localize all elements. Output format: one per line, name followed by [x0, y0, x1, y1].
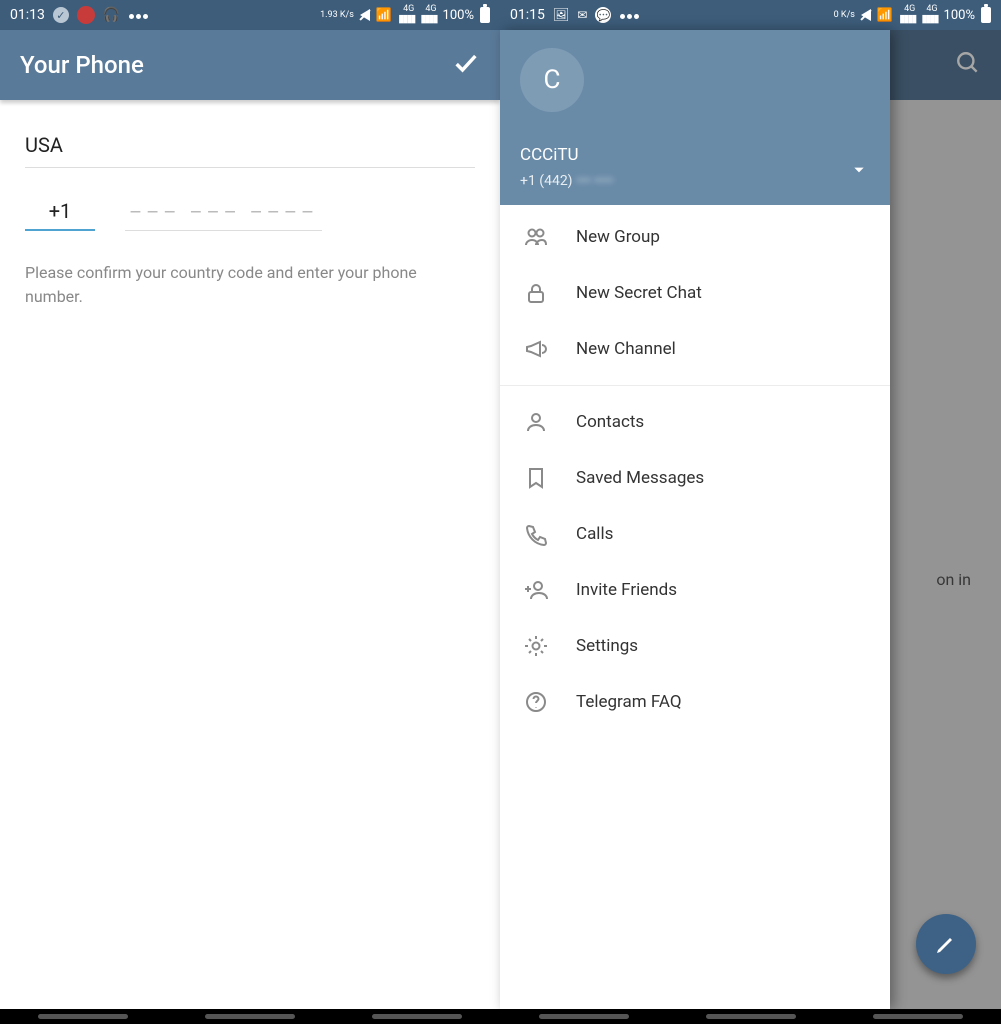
status-headset-icon: 🎧 [103, 7, 120, 23]
phone-form: USA +1 ––– ––– –––– Please confirm your … [0, 100, 500, 334]
menu-item-label: Invite Friends [576, 580, 677, 600]
account-phone-visible: +1 (442) [520, 173, 573, 189]
status-more-dots [619, 7, 640, 23]
page-title: Your Phone [20, 51, 144, 79]
compose-fab[interactable] [916, 914, 976, 974]
menu-item-label: Contacts [576, 412, 644, 432]
group-icon [522, 225, 550, 249]
add-person-icon [522, 578, 550, 602]
status-signal-2: 4G [921, 5, 937, 25]
menu-new-channel[interactable]: New Channel [500, 321, 890, 377]
status-image-icon: 🖼 [553, 8, 570, 23]
menu-item-label: Saved Messages [576, 468, 704, 488]
menu-item-label: New Secret Chat [576, 283, 702, 303]
menu-divider [500, 385, 890, 386]
status-mute-icon [360, 9, 370, 21]
status-net-rate: 1.93 K/s [320, 10, 354, 20]
status-net-rate: 0 K/s [834, 10, 855, 20]
person-icon [522, 410, 550, 434]
status-bar: 01:15 🖼 ✉ 💬 0 K/s 📶 4G 4G 100% [500, 0, 1001, 30]
megaphone-icon [522, 337, 550, 361]
status-wifi-icon: 📶 [877, 8, 893, 23]
menu-section-main: Contacts Saved Messages Calls [500, 390, 890, 734]
country-selector[interactable]: USA [25, 125, 475, 168]
lock-icon [522, 281, 550, 305]
pencil-icon [934, 932, 958, 956]
phone-nav-bar [500, 1009, 1001, 1024]
menu-new-group[interactable]: New Group [500, 209, 890, 265]
drawer-header: C CCCiTU +1 (442)••• •••• [500, 30, 890, 205]
menu-item-label: Telegram FAQ [576, 692, 682, 712]
phone-number-input[interactable]: ––– ––– –––– [125, 194, 322, 231]
account-phone: +1 (442)••• •••• [520, 173, 613, 189]
nav-back[interactable] [372, 1014, 462, 1019]
avatar[interactable]: C [520, 48, 584, 112]
phone-icon [522, 522, 550, 546]
status-signal-1: 4G [398, 5, 414, 25]
status-app-icon: ✓ [53, 7, 69, 23]
nav-back[interactable] [873, 1014, 963, 1019]
menu-invite-friends[interactable]: Invite Friends [500, 562, 890, 618]
help-icon [522, 690, 550, 714]
status-mail-icon: ✉ [577, 8, 587, 22]
account-name: CCCiTU [520, 145, 579, 165]
status-bar: 01:13 ✓ 🎧 1.93 K/s 📶 4G 4G 100% [0, 0, 500, 30]
menu-faq[interactable]: Telegram FAQ [500, 674, 890, 730]
status-battery-pct: 100% [944, 8, 975, 23]
drawer-menu: New Group New Secret Chat New Channel [500, 205, 890, 1009]
status-signal-2: 4G [420, 5, 436, 25]
account-phone-hidden: ••• •••• [573, 173, 614, 189]
phone-hint-text: Please confirm your country code and ent… [25, 261, 445, 309]
menu-contacts[interactable]: Contacts [500, 394, 890, 450]
menu-saved-messages[interactable]: Saved Messages [500, 450, 890, 506]
app-bar: Your Phone [0, 30, 500, 100]
menu-item-label: New Group [576, 227, 660, 247]
calling-code-input[interactable]: +1 [25, 193, 95, 231]
nav-recents[interactable] [539, 1014, 629, 1019]
confirm-button[interactable] [452, 49, 480, 81]
account-expand-toggle[interactable] [852, 162, 866, 181]
status-wifi-icon: 📶 [376, 8, 392, 23]
nav-home[interactable] [706, 1014, 796, 1019]
status-battery-pct: 100% [443, 8, 474, 23]
phone-nav-bar [0, 1009, 500, 1024]
status-time: 01:13 [10, 7, 45, 23]
status-battery-icon [981, 7, 991, 23]
status-mute-icon [861, 9, 871, 21]
status-signal-1: 4G [899, 5, 915, 25]
avatar-initial: C [544, 65, 561, 95]
status-more-dots [128, 7, 149, 23]
status-battery-icon [480, 7, 490, 23]
menu-new-secret-chat[interactable]: New Secret Chat [500, 265, 890, 321]
status-chat-icon: 💬 [595, 7, 611, 23]
phone-login-screen: 01:13 ✓ 🎧 1.93 K/s 📶 4G 4G 100% Your Pho… [0, 0, 500, 1024]
check-icon [452, 49, 480, 77]
nav-home[interactable] [205, 1014, 295, 1019]
menu-section-create: New Group New Secret Chat New Channel [500, 205, 890, 381]
chevron-down-icon [852, 163, 866, 177]
menu-item-label: Settings [576, 636, 638, 656]
chat-drawer-screen: 01:15 🖼 ✉ 💬 0 K/s 📶 4G 4G 100% on in [500, 0, 1001, 1024]
navigation-drawer: C CCCiTU +1 (442)••• •••• New Group [500, 30, 890, 1009]
nav-recents[interactable] [38, 1014, 128, 1019]
status-time: 01:15 [510, 7, 545, 23]
status-alert-icon [77, 6, 95, 24]
menu-item-label: Calls [576, 524, 613, 544]
menu-settings[interactable]: Settings [500, 618, 890, 674]
gear-icon [522, 634, 550, 658]
menu-calls[interactable]: Calls [500, 506, 890, 562]
menu-item-label: New Channel [576, 339, 676, 359]
bookmark-icon [522, 466, 550, 490]
